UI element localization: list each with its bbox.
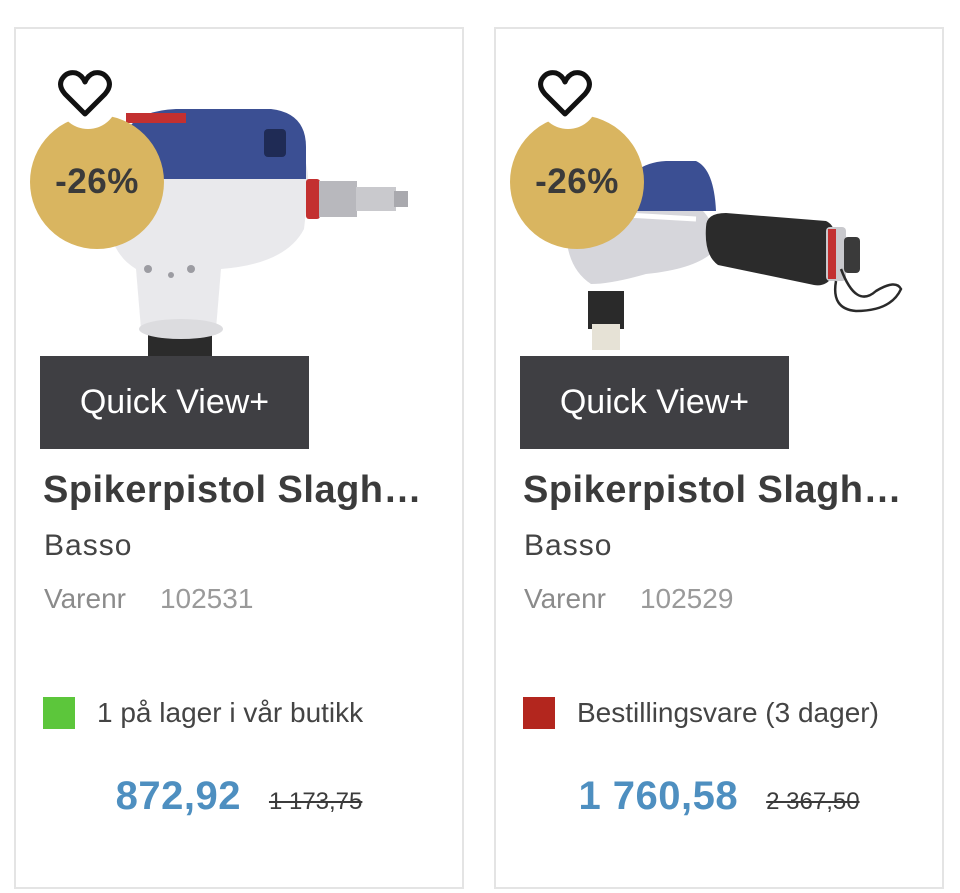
- discount-badge: -26%: [510, 115, 644, 249]
- stock-text: Bestillingsvare (3 dager): [577, 697, 879, 728]
- price-row: 1 760,58 2 367,50: [496, 774, 942, 819]
- stock-indicator-icon: [43, 697, 75, 729]
- product-card[interactable]: -26% Quick View+ Spikerpistol Slaghammer…: [14, 27, 464, 889]
- stock-indicator-icon: [523, 697, 555, 729]
- heart-outline-icon: [58, 70, 112, 117]
- stock-status: 1 på lager i vår butikk: [43, 697, 363, 729]
- product-brand: Basso: [44, 529, 133, 562]
- sku-label: Varenr: [44, 583, 126, 614]
- product-sku: Varenr 102529: [524, 583, 733, 615]
- stock-text: 1 på lager i vår butikk: [97, 697, 364, 728]
- heart-outline-icon: [538, 70, 592, 117]
- quick-view-button[interactable]: Quick View+: [40, 356, 309, 449]
- product-grid: -26% Quick View+ Spikerpistol Slaghammer…: [0, 0, 960, 893]
- product-title[interactable]: Spikerpistol Slaghammer: [523, 469, 903, 512]
- product-title[interactable]: Spikerpistol Slaghammer: [43, 469, 423, 512]
- product-card[interactable]: -26% Quick View+ Spikerpistol Slaghammer…: [494, 27, 944, 889]
- price-row: 872,92 1 173,75: [16, 774, 462, 819]
- sku-value: 102531: [159, 583, 254, 614]
- product-sku: Varenr 102531: [44, 583, 253, 615]
- sku-value: 102529: [639, 583, 734, 614]
- wishlist-button[interactable]: [58, 69, 118, 129]
- discount-badge: -26%: [30, 115, 164, 249]
- current-price: 1 760,58: [578, 774, 739, 818]
- original-price: 2 367,50: [766, 788, 860, 815]
- original-price: 1 173,75: [268, 788, 363, 815]
- quick-view-button[interactable]: Quick View+: [520, 356, 789, 449]
- sku-label: Varenr: [524, 583, 606, 614]
- product-image[interactable]: -26%: [496, 29, 942, 359]
- current-price: 872,92: [115, 774, 241, 818]
- stock-status: Bestillingsvare (3 dager): [523, 697, 879, 729]
- product-brand: Basso: [524, 529, 613, 562]
- product-image[interactable]: -26%: [16, 29, 462, 359]
- wishlist-button[interactable]: [538, 69, 598, 129]
